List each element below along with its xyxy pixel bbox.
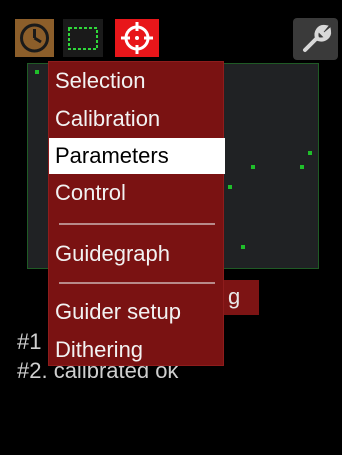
menu-divider <box>59 223 215 225</box>
clock-icon <box>20 23 49 53</box>
graph-point <box>35 70 39 74</box>
wrench-icon <box>303 24 332 52</box>
graph-point <box>241 245 245 249</box>
background-button-label: g <box>228 284 241 309</box>
dashed-rectangle-icon <box>68 27 98 50</box>
menu-item-guidegraph[interactable]: Guidegraph <box>49 236 225 272</box>
settings-button[interactable] <box>293 18 338 60</box>
clock-button[interactable] <box>15 19 54 57</box>
menu-item-calibration[interactable]: Calibration <box>49 101 225 137</box>
guide-dropdown-menu: Selection Calibration Parameters Control… <box>48 61 225 368</box>
selection-tool-button[interactable] <box>63 19 103 57</box>
guide-button[interactable] <box>115 19 159 57</box>
graph-point <box>308 151 312 155</box>
graph-point <box>251 165 255 169</box>
graph-point <box>300 165 304 169</box>
status-line-1: #1 <box>17 329 42 354</box>
menu-item-parameters[interactable]: Parameters <box>49 138 225 174</box>
menu-item-control[interactable]: Control <box>49 175 225 211</box>
menu-item-selection[interactable]: Selection <box>49 63 225 99</box>
menu-item-dithering[interactable]: Dithering <box>49 332 225 368</box>
crosshair-icon <box>121 22 153 54</box>
menu-item-guider-setup[interactable]: Guider setup <box>49 294 225 330</box>
menu-divider <box>59 282 215 284</box>
graph-point <box>228 185 232 189</box>
